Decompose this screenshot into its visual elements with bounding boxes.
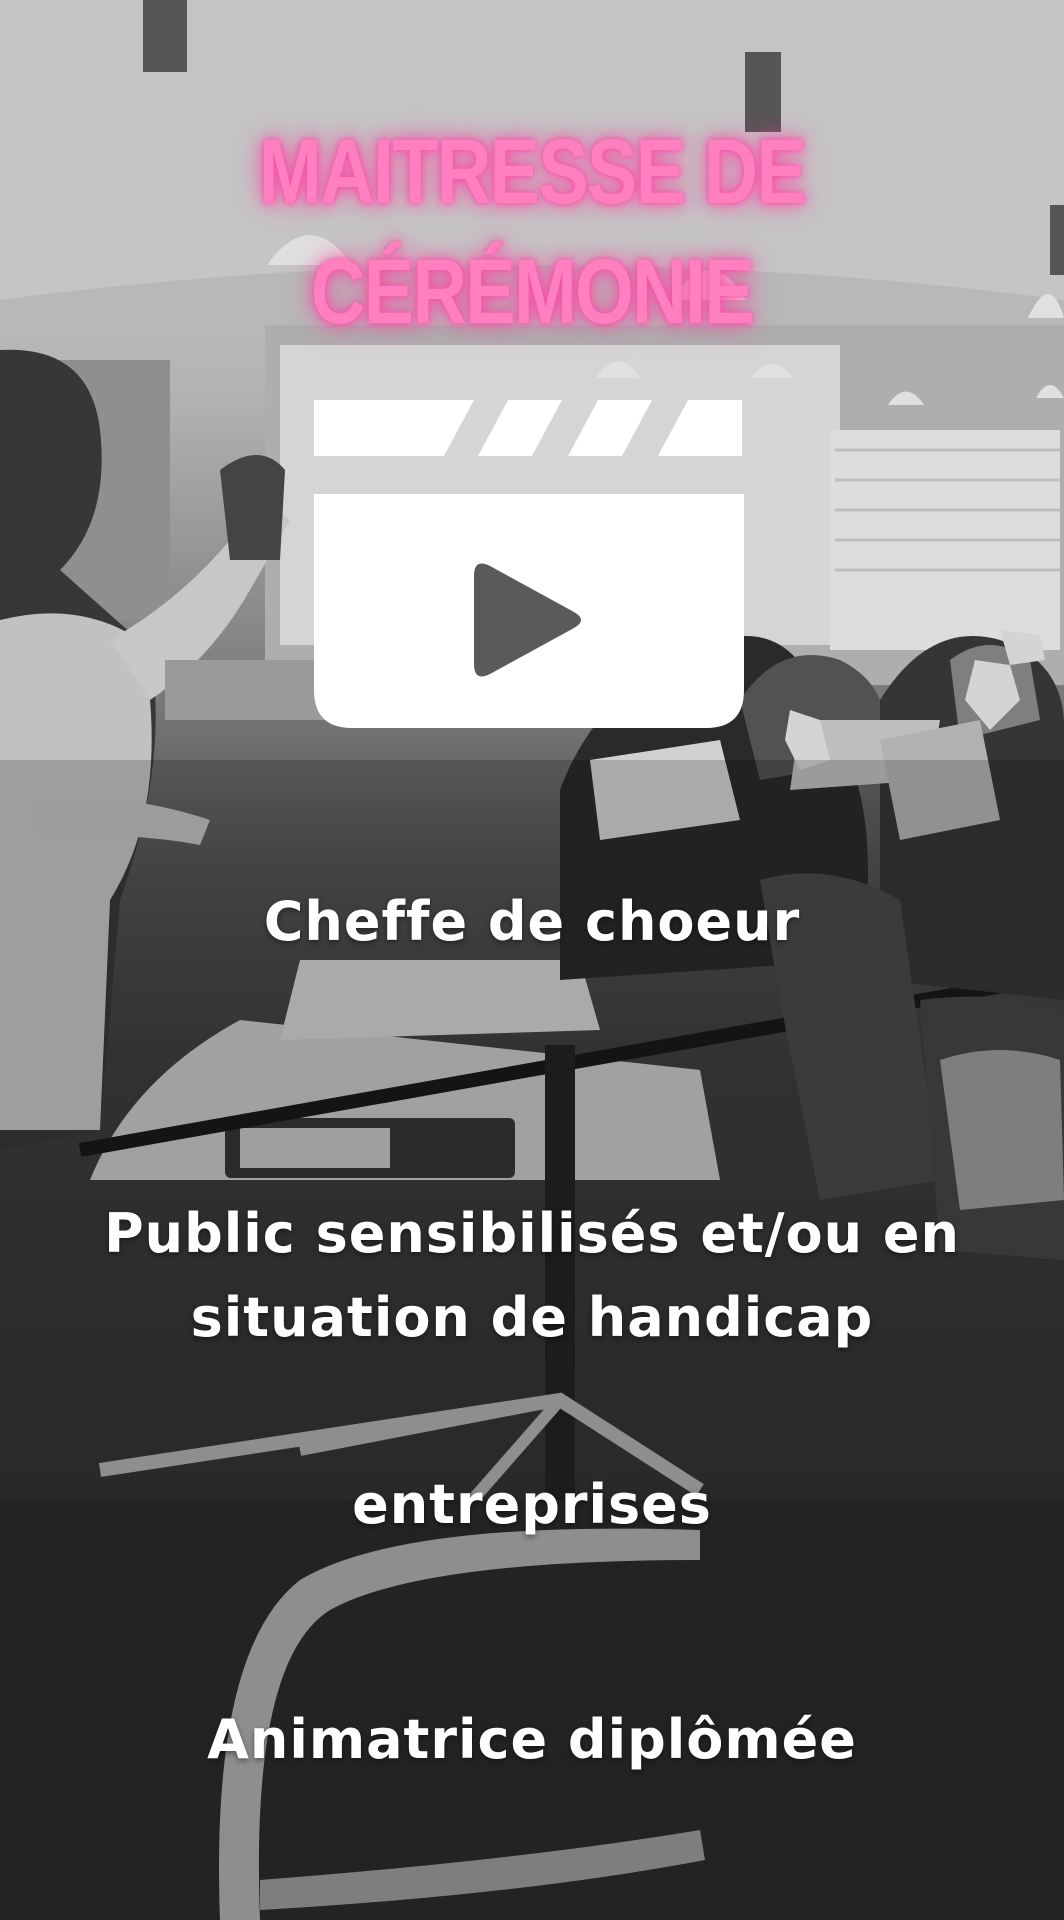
text-line-public: Public sensibilisés et/ou en situation d… (0, 1192, 1064, 1360)
text-line-choir-leader: Cheffe de choeur (263, 890, 801, 953)
text-line-public-1: Public sensibilisés et/ou en (104, 1202, 960, 1265)
clapperboard-play-icon (312, 398, 746, 730)
text-line-certified-host: Animatrice diplômée (207, 1708, 857, 1771)
page-title: MAITRESSE DE CÉRÉMONIE (258, 121, 807, 343)
text-line-public-2: situation de handicap (190, 1286, 874, 1349)
text-line-companies: entreprises (352, 1473, 712, 1536)
